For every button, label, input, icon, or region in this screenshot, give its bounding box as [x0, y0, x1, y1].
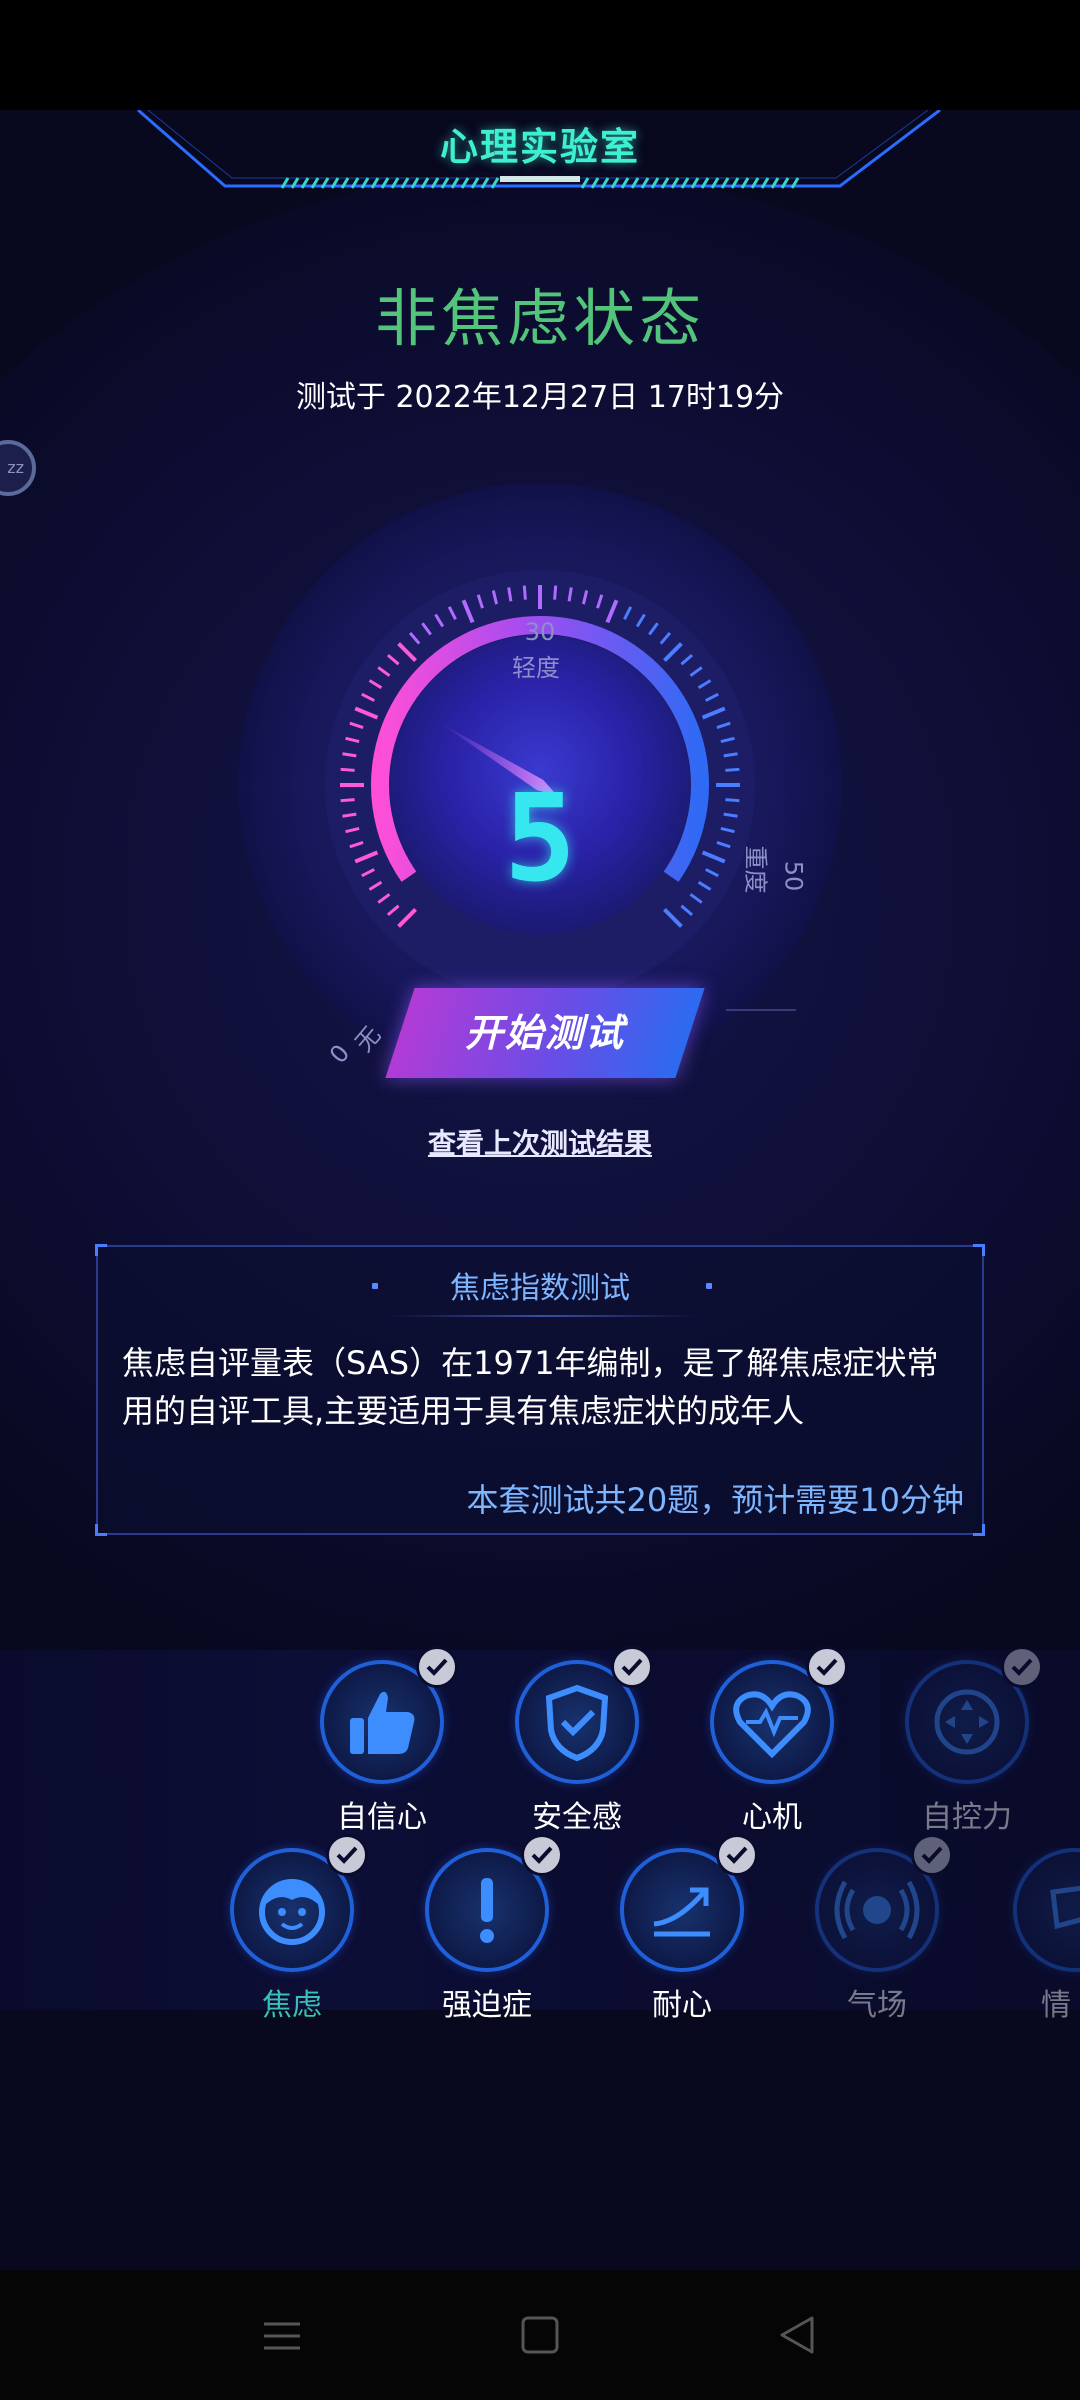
category-label: 自信心: [337, 1800, 427, 1835]
card-corner: [973, 1244, 985, 1256]
category-partial[interactable]: 情: [987, 1848, 1080, 2024]
gauge-label-high-number: 50: [779, 860, 808, 892]
category-icon-ring: [620, 1834, 758, 1972]
gauge-tick: [553, 585, 558, 600]
gauge-tick: [522, 585, 527, 600]
category-scheming[interactable]: 心机: [687, 1646, 857, 1836]
info-card: 焦虑指数测试 焦虑自评量表（SAS）在1971年编制，是了解焦虑症状常用的自评工…: [95, 1244, 985, 1536]
result-status: 非焦虑状态: [374, 282, 705, 355]
check-icon: [911, 1834, 953, 1876]
category-icon-ring: [1013, 1848, 1080, 1972]
gauge-tick: [340, 798, 355, 803]
view-last-result-link[interactable]: 查看上次测试结果: [0, 1122, 1080, 1162]
menu-icon[interactable]: [252, 2310, 312, 2360]
category-icon-ring: [815, 1834, 953, 1972]
check-icon: [1001, 1646, 1043, 1688]
category-patience[interactable]: 耐心: [597, 1834, 767, 2024]
check-icon: [326, 1834, 368, 1876]
category-icon-ring: [425, 1834, 563, 1972]
category-icon-ring: [710, 1646, 848, 1784]
category-label: 安全感: [532, 1800, 622, 1835]
category-label: 强迫症: [442, 1988, 532, 2023]
category-confidence[interactable]: 自信心: [297, 1646, 467, 1836]
category-ocd[interactable]: 强迫症: [402, 1834, 572, 2024]
category-self-control[interactable]: 自控力: [882, 1646, 1052, 1836]
card-description: 焦虑自评量表（SAS）在1971年编制，是了解焦虑症状常用的自评工具,主要适用于…: [122, 1344, 939, 1430]
gauge-tick: [725, 798, 740, 803]
partial-icon: [1050, 1885, 1080, 1930]
card-corner: [95, 1524, 107, 1536]
category-label: 耐心: [652, 1988, 712, 2023]
check-icon: [806, 1646, 848, 1688]
card-footer: 本套测试共20题，预计需要10分钟: [466, 1481, 964, 1519]
gauge-label-mid: 轻度: [512, 654, 560, 682]
gauge-tick: [340, 767, 355, 772]
check-icon: [416, 1646, 458, 1688]
check-icon: [611, 1646, 653, 1688]
card-corner: [973, 1524, 985, 1536]
check-icon: [716, 1834, 758, 1876]
category-label: 情: [1041, 1988, 1071, 2023]
status-bar: [0, 0, 1080, 110]
home-icon[interactable]: [510, 2310, 570, 2360]
gauge-label-mid-number: 30: [524, 618, 556, 646]
app-screen: 心理实验室 非焦虑状态 测试于 2022年12月27日 17时19分 zz 30…: [0, 110, 1080, 2270]
test-timestamp: 测试于 2022年12月27日 17时19分: [295, 380, 785, 415]
card-corner: [95, 1244, 107, 1256]
category-label: 心机: [742, 1800, 802, 1835]
category-icon-ring: [230, 1834, 368, 1972]
category-label: 气场: [847, 1988, 907, 2023]
check-icon: [521, 1834, 563, 1876]
header: 心理实验室: [0, 110, 1080, 190]
system-nav-bar: [0, 2270, 1080, 2400]
category-icon-ring: [905, 1646, 1043, 1784]
gauge-tick: [725, 767, 740, 772]
category-icon-ring: [515, 1646, 653, 1784]
page-title: 心理实验室: [439, 125, 640, 169]
category-label: 焦虑: [262, 1988, 322, 2023]
category-anxiety[interactable]: 焦虑: [207, 1834, 377, 2024]
category-security[interactable]: 安全感: [492, 1646, 662, 1836]
category-aura[interactable]: 气场: [792, 1834, 962, 2024]
category-label: 自控力: [922, 1800, 1012, 1835]
start-test-label[interactable]: 开始测试: [400, 988, 690, 1078]
category-icon-ring: [320, 1646, 458, 1784]
gauge-label-high: 重度: [741, 845, 770, 894]
back-icon[interactable]: [768, 2310, 828, 2360]
score-value: 5: [503, 770, 577, 909]
card-divider: [388, 1315, 698, 1317]
card-title: 焦虑指数测试: [450, 1271, 630, 1306]
